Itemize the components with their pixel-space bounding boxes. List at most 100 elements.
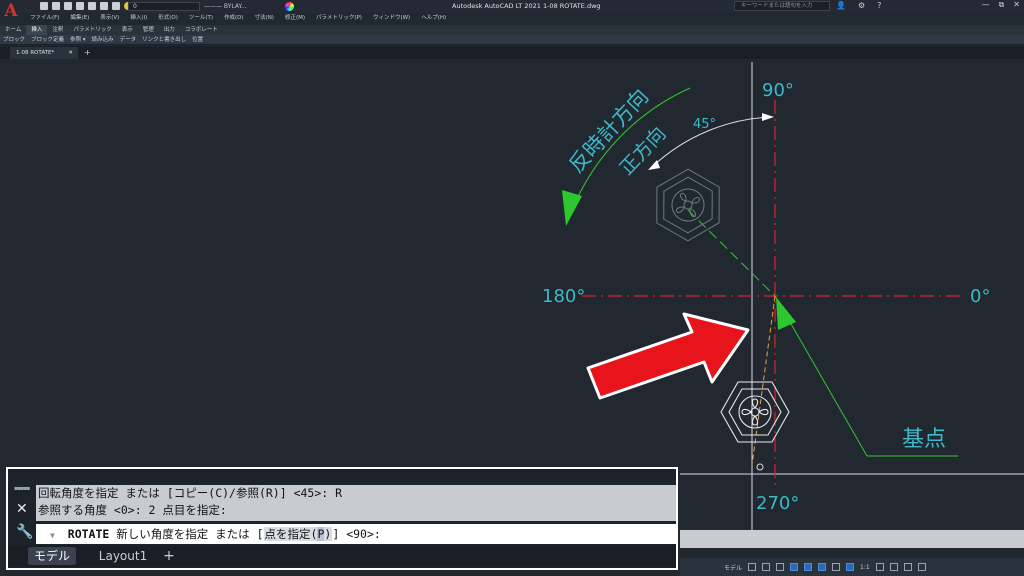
arc-arrow-right bbox=[762, 113, 774, 121]
model-space-button[interactable]: モデル bbox=[724, 563, 742, 572]
scale-label[interactable]: 1:1 bbox=[860, 564, 870, 571]
big-red-arrow-icon bbox=[586, 312, 750, 400]
wrench-icon[interactable]: 🔧 bbox=[16, 524, 33, 540]
menu-tools[interactable]: ツール(T) bbox=[187, 13, 222, 23]
history-line: 回転角度を指定 または [コピー(C)/参照(R)] <45>: R bbox=[38, 486, 343, 500]
panel-link-export[interactable]: リンクと書き出し bbox=[139, 35, 189, 44]
otrack-icon[interactable] bbox=[818, 563, 827, 571]
panel-import[interactable]: 読み込み bbox=[89, 35, 117, 44]
ortho-icon[interactable] bbox=[776, 563, 785, 571]
label-180: 180° bbox=[542, 286, 585, 307]
label-90: 90° bbox=[762, 80, 794, 101]
snap-icon[interactable] bbox=[762, 563, 771, 571]
menu-icon[interactable] bbox=[917, 563, 926, 571]
menu-modify[interactable]: 修正(M) bbox=[283, 13, 314, 23]
menu-file[interactable]: ファイル(F) bbox=[28, 13, 68, 23]
prompt-option-close: ) bbox=[324, 527, 332, 541]
command-line-panel: ▪▪▪▪▪ ✕ 🔧 回転角度を指定 または [コピー(C)/参照(R)] <45… bbox=[6, 467, 678, 570]
close-icon[interactable]: ✕ bbox=[16, 501, 28, 517]
tab-collaborate[interactable]: コラボレート bbox=[180, 25, 223, 35]
menu-edit[interactable]: 編集(E) bbox=[68, 13, 98, 23]
tab-insert[interactable]: 挿入 bbox=[26, 25, 48, 35]
rotate-cursor-icon bbox=[756, 463, 764, 471]
tab-parametric[interactable]: パラメトリック bbox=[68, 25, 116, 35]
tab-layout1[interactable]: Layout1 bbox=[88, 547, 158, 565]
tab-output[interactable]: 出力 bbox=[159, 25, 180, 35]
close-button[interactable]: ✕ bbox=[1013, 0, 1020, 10]
prompt-option-text: 点を指定( bbox=[264, 527, 318, 541]
user-icon[interactable]: 👤 bbox=[836, 1, 846, 10]
settings-icon[interactable] bbox=[875, 563, 884, 571]
panel-reference[interactable]: 参照 ▾ bbox=[67, 35, 89, 44]
connect-icon[interactable]: ⚙ bbox=[858, 1, 865, 10]
horizontal-scrollbar[interactable] bbox=[680, 530, 1024, 548]
menu-format[interactable]: 形式(O) bbox=[156, 13, 187, 23]
tab-view[interactable]: 表示 bbox=[117, 25, 138, 35]
label-0: 0° bbox=[970, 286, 990, 307]
menu-window[interactable]: ウィンドウ(W) bbox=[371, 13, 419, 23]
label-270: 270° bbox=[756, 493, 799, 514]
saveas-icon[interactable] bbox=[76, 2, 84, 10]
tab-home[interactable]: ホーム bbox=[0, 25, 26, 35]
menu-parametric[interactable]: パラメトリック(P) bbox=[314, 13, 371, 23]
doc-tab-label: 1-08 ROTATE* bbox=[16, 50, 55, 56]
panel-location[interactable]: 位置 bbox=[189, 35, 206, 44]
tab-manage[interactable]: 管理 bbox=[138, 25, 159, 35]
help-icon[interactable]: ? bbox=[877, 1, 881, 10]
save-icon[interactable] bbox=[64, 2, 72, 10]
undo-icon[interactable] bbox=[100, 2, 108, 10]
dropdown-arrow-icon[interactable]: ▼ bbox=[50, 531, 55, 540]
close-icon[interactable]: ✕ bbox=[68, 47, 73, 59]
new-tab-button[interactable]: + bbox=[84, 47, 91, 59]
osnap-icon[interactable] bbox=[804, 563, 813, 571]
title-icons: 👤 ⚙ ? bbox=[836, 1, 881, 10]
menu-dimension[interactable]: 寸法(N) bbox=[253, 13, 283, 23]
panel-data[interactable]: データ bbox=[117, 35, 140, 44]
menu-insert[interactable]: 挿入(I) bbox=[128, 13, 156, 23]
lineweight-icon[interactable] bbox=[832, 563, 841, 571]
ghost-hexagon-block bbox=[656, 168, 720, 242]
panel-block[interactable]: ブロック bbox=[0, 35, 28, 44]
tab-model[interactable]: モデル bbox=[28, 547, 76, 565]
command-input[interactable]: ▼ ROTATE 新しい角度を指定 または [点を指定(P)] <90>: bbox=[36, 524, 676, 544]
add-layout-button[interactable]: + bbox=[160, 547, 178, 565]
workspace-icon[interactable] bbox=[903, 563, 912, 571]
linetype-dropdown[interactable]: ——— BYLAY... bbox=[204, 2, 276, 11]
prompt-option-point[interactable]: 点を指定(P) bbox=[263, 527, 333, 541]
minimize-button[interactable]: — bbox=[982, 0, 990, 10]
menu-help[interactable]: ヘルプ(H) bbox=[419, 13, 455, 23]
prompt-suffix: ] <90>: bbox=[332, 527, 381, 541]
autocad-logo[interactable]: A bbox=[2, 0, 20, 24]
color-wheel-icon[interactable] bbox=[285, 2, 294, 11]
menu-view[interactable]: 表示(V) bbox=[98, 13, 128, 23]
add-icon[interactable] bbox=[889, 563, 898, 571]
rubber-band-line bbox=[751, 295, 776, 466]
base-point-arrow bbox=[776, 297, 796, 330]
reference-line-dashed bbox=[687, 209, 776, 297]
menu-draw[interactable]: 作成(D) bbox=[222, 13, 253, 23]
prompt-text: 新しい角度を指定 または [ bbox=[116, 527, 264, 541]
ccw-arrow bbox=[562, 190, 582, 226]
search-input[interactable]: キーワードまたは語句を入力 bbox=[734, 1, 830, 11]
hexagon-block[interactable] bbox=[720, 381, 790, 443]
grip-handle-icon[interactable]: ▪▪▪▪▪ bbox=[14, 485, 36, 492]
ribbon-panels: ブロック ブロック定義 参照 ▾ 読み込み データ リンクと書き出し 位置 bbox=[0, 35, 1024, 45]
polar-icon[interactable] bbox=[790, 563, 799, 571]
layer-dropdown[interactable]: 0 bbox=[128, 2, 200, 11]
print-icon[interactable] bbox=[88, 2, 96, 10]
status-bar: モデル 1:1 bbox=[680, 558, 1024, 576]
tab-annotate[interactable]: 注釈 bbox=[47, 25, 68, 35]
restore-button[interactable]: ⧉ bbox=[999, 0, 1005, 10]
ribbon-tabs: ホーム 挿入 注釈 パラメトリック 表示 管理 出力 コラボレート bbox=[0, 25, 1024, 35]
new-icon[interactable] bbox=[40, 2, 48, 10]
grid-icon[interactable] bbox=[748, 563, 757, 571]
window-title: Autodesk AutoCAD LT 2021 1-08 ROTATE.dwg bbox=[452, 2, 601, 10]
title-bar: A 0 ——— BYLAY... Autodesk AutoCAD LT 202… bbox=[0, 0, 1024, 21]
layout-tabs: モデル Layout1 + bbox=[8, 545, 676, 567]
redo-icon[interactable] bbox=[112, 2, 120, 10]
label-45: 45° bbox=[693, 117, 716, 132]
doc-tab-rotate[interactable]: 1-08 ROTATE* ✕ bbox=[10, 47, 78, 59]
panel-block-definition[interactable]: ブロック定義 bbox=[28, 35, 67, 44]
open-icon[interactable] bbox=[52, 2, 60, 10]
annotation-icon[interactable] bbox=[846, 563, 855, 571]
